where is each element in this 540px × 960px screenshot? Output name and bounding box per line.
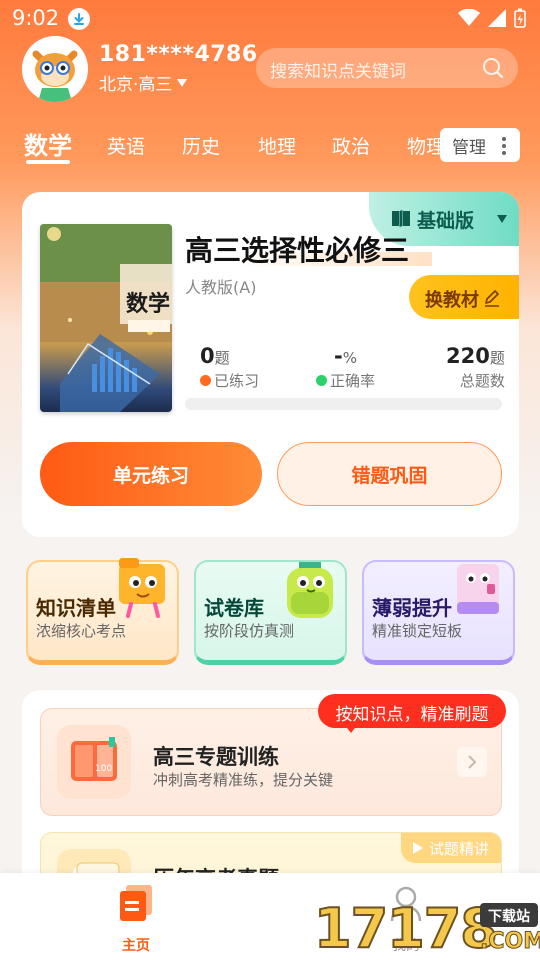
notebook-mascot-icon	[457, 564, 499, 614]
exam-tag: 试题精讲	[401, 833, 501, 863]
feature-knowledge-list[interactable]: 知识清单 浓缩核心考点	[26, 558, 179, 665]
total-value: 220	[446, 344, 490, 368]
progress-bar	[185, 398, 502, 410]
backpack-mascot-icon	[287, 562, 333, 618]
exam-tag-label: 试题精讲	[429, 840, 490, 858]
battery-icon	[514, 8, 526, 28]
feature-title: 试卷库	[204, 596, 264, 620]
stat-accuracy: -% 正确率	[316, 344, 375, 391]
practiced-unit: 题	[214, 349, 230, 367]
unit-practice-label: 单元练习	[112, 465, 189, 487]
nav-home-label: 主页	[122, 938, 150, 954]
hint-bubble: 按知识点，精准刷题	[318, 694, 506, 733]
cover-subtitle-bar	[128, 320, 170, 332]
feature-weakness-boost[interactable]: 薄弱提升 精准锁定短板	[362, 560, 515, 665]
grade-selector[interactable]: 北京·高三	[99, 70, 188, 95]
topic-book-icon: 100	[57, 725, 131, 799]
manage-label: 管理	[452, 138, 486, 158]
site-watermark-logo: 17178 下载站 .COM	[313, 896, 540, 960]
change-textbook-button[interactable]: 换教材	[409, 275, 519, 319]
folder-mascot-icon	[119, 558, 165, 618]
tab-underline	[26, 160, 70, 164]
tab-politics[interactable]: 政治	[332, 132, 370, 159]
change-textbook-label: 换教材	[425, 290, 479, 311]
hint-bubble-text: 按知识点，精准刷题	[335, 705, 489, 725]
topic-training-title: 高三专题训练	[153, 745, 279, 769]
search-icon[interactable]	[482, 57, 504, 79]
textbook-publisher: 人教版(A)	[185, 278, 257, 297]
total-unit: 题	[489, 349, 505, 367]
topic-training-subtitle: 冲刺高考精准练，提分关键	[153, 771, 334, 789]
more-icon	[502, 137, 506, 158]
textbook-cover[interactable]: 数学	[40, 224, 172, 412]
accuracy-value: -	[334, 344, 343, 368]
textbook-card: 基础版 数学 高三选择性必修三 人教版(A) 换教材 0题 已练习 -% 正确率…	[22, 192, 519, 537]
signal-icon	[488, 9, 506, 27]
user-phone: 181****4786	[99, 42, 258, 67]
stat-total: 220题 总题数	[446, 344, 505, 391]
search-placeholder: 搜索知识点关键词	[270, 62, 406, 82]
wifi-icon	[458, 9, 480, 26]
practiced-dot	[200, 375, 211, 386]
tab-math[interactable]: 数学	[24, 126, 72, 161]
avatar[interactable]	[22, 36, 88, 102]
accuracy-label: 正确率	[330, 372, 376, 390]
book-icon	[392, 210, 410, 227]
watermark-tag-text: 下载站	[488, 909, 530, 925]
status-bar: 9:02	[0, 0, 540, 36]
feature-title: 知识清单	[36, 596, 116, 620]
chevron-right-icon[interactable]	[457, 747, 487, 777]
watermark-tag: 下载站	[480, 903, 538, 927]
stat-practiced: 0题 已练习	[200, 344, 259, 391]
caret-down-icon	[177, 78, 188, 87]
total-label: 总题数	[459, 372, 505, 390]
unit-practice-button[interactable]: 单元练习	[40, 442, 262, 506]
home-icon	[120, 885, 152, 921]
feature-title: 薄弱提升	[372, 596, 452, 620]
tab-geography[interactable]: 地理	[258, 132, 296, 159]
search-input[interactable]: 搜索知识点关键词	[256, 48, 518, 88]
cover-title: 数学	[126, 291, 171, 317]
practiced-label: 已练习	[214, 372, 260, 390]
practiced-value: 0	[200, 344, 215, 368]
wrong-questions-button[interactable]: 错题巩固	[277, 442, 502, 506]
edit-icon	[485, 290, 499, 307]
watermark-com: .COM	[479, 929, 540, 955]
feature-paper-bank[interactable]: 试卷库 按阶段仿真测	[194, 560, 347, 665]
tab-history[interactable]: 历史	[182, 132, 220, 159]
manage-button[interactable]: 管理	[440, 128, 520, 162]
download-icon	[68, 8, 90, 30]
tab-english[interactable]: 英语	[107, 132, 145, 159]
nav-home[interactable]: 主页	[100, 883, 172, 954]
textbook-title: 高三选择性必修三	[185, 234, 410, 267]
status-icons	[458, 8, 526, 28]
edition-label: 基础版	[417, 210, 475, 232]
accuracy-unit: %	[342, 349, 357, 367]
wrong-questions-label: 错题巩固	[351, 465, 428, 487]
status-time: 9:02	[12, 6, 60, 30]
grade-label: 北京·高三	[99, 75, 173, 95]
watermark-digits: 17178	[313, 896, 499, 960]
accuracy-dot	[316, 375, 327, 386]
svg-text:100: 100	[95, 764, 112, 774]
caret-down-icon	[497, 215, 507, 223]
play-icon	[413, 842, 423, 854]
